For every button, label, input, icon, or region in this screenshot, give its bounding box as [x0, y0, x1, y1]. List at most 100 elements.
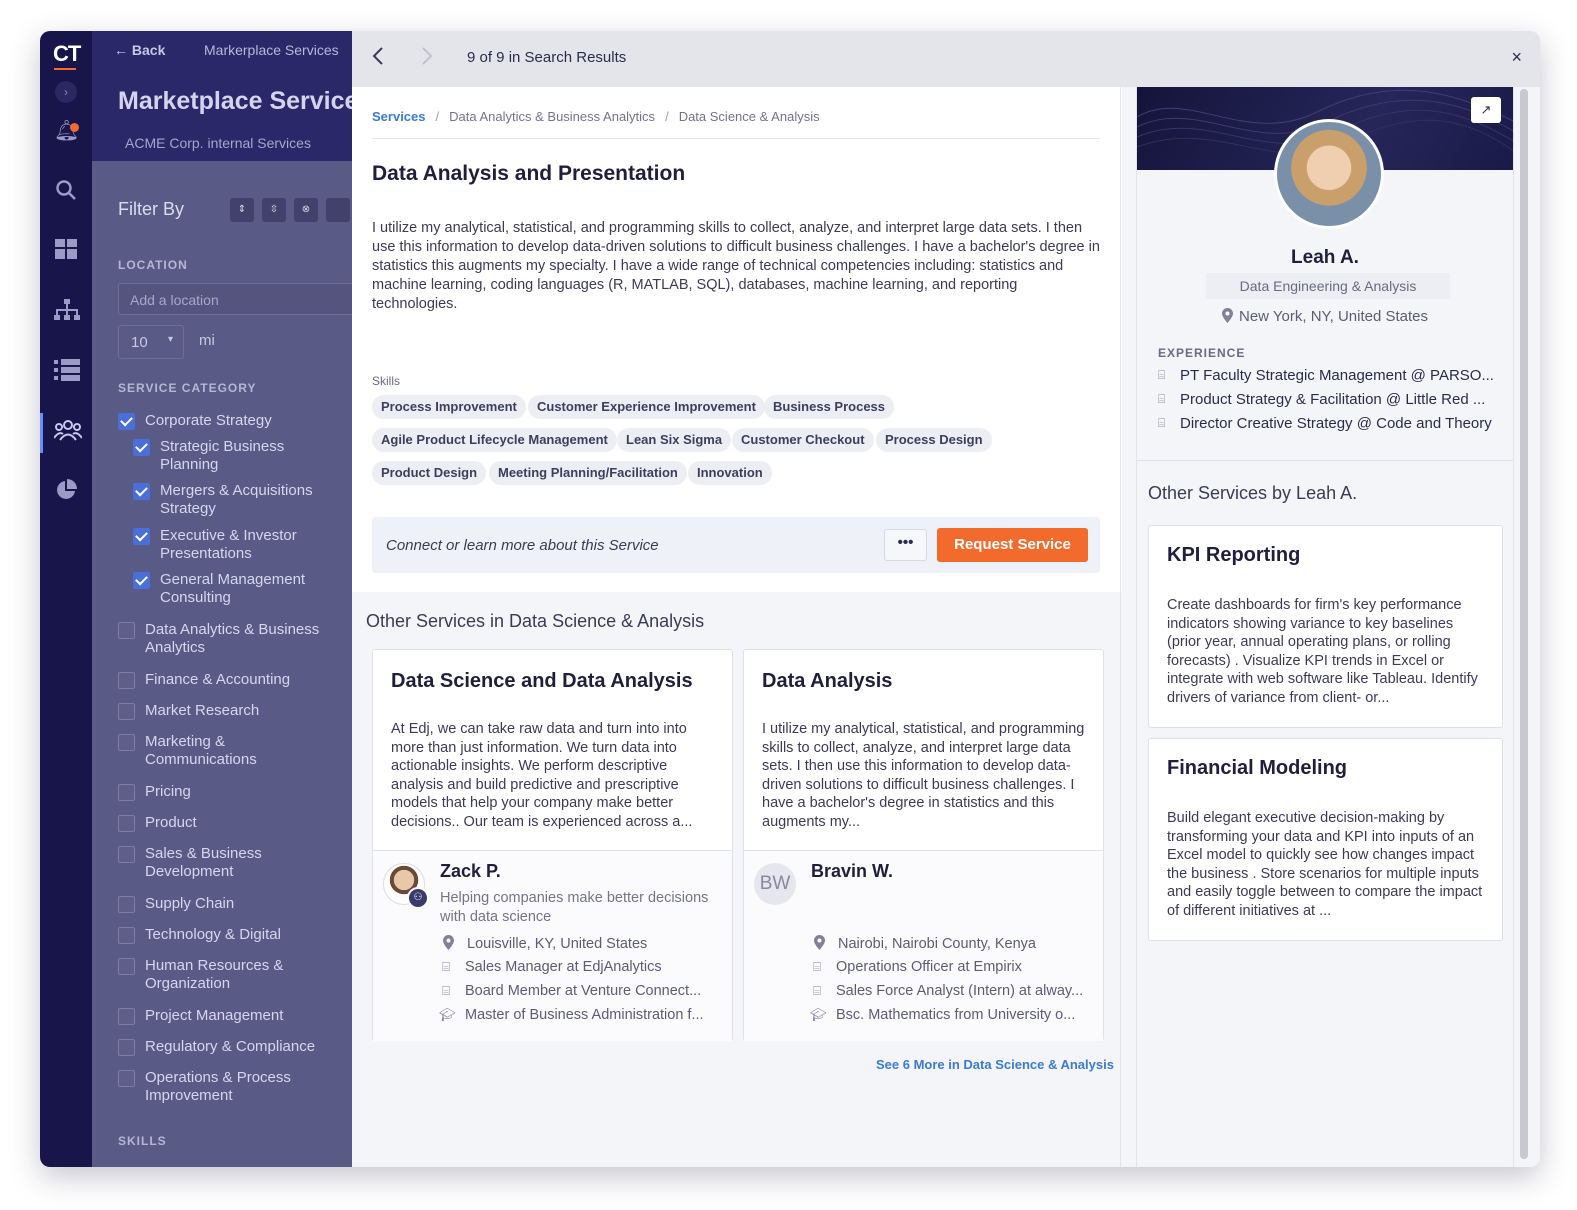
- dashboard-icon[interactable]: [54, 239, 78, 263]
- checkbox[interactable]: [118, 622, 135, 639]
- experience-text: Product Strategy & Facilitation @ Little…: [1180, 391, 1486, 408]
- skill-chip[interactable]: Product Design: [372, 461, 487, 485]
- service-card[interactable]: Financial Modeling Build elegant executi…: [1148, 738, 1503, 941]
- service-detail: Services / Data Analytics & Business Analy…: [352, 87, 1122, 592]
- provider-name[interactable]: Bravin W.: [811, 861, 893, 882]
- category-label: Human Resources & Organization: [145, 957, 284, 992]
- checkbox[interactable]: [133, 528, 150, 545]
- radius-select[interactable]: 10 ▾: [118, 325, 184, 359]
- page-title: Marketplace Services: [118, 87, 352, 115]
- skill-chip[interactable]: Process Design: [876, 428, 992, 452]
- category-item[interactable]: Strategic Business Planning: [133, 438, 333, 474]
- skill-chip[interactable]: Customer Experience Improvement: [528, 395, 765, 419]
- provider-education: 🎓︎ Bsc. Mathematics from University o...: [810, 1007, 1075, 1023]
- category-item[interactable]: Operations & Process Improvement: [118, 1069, 308, 1105]
- service-card-title[interactable]: Financial Modeling: [1167, 757, 1347, 780]
- checkbox[interactable]: [118, 1039, 135, 1056]
- back-link[interactable]: ← Back: [114, 42, 165, 58]
- skill-chip[interactable]: Agile Product Lifecycle Management: [372, 428, 617, 452]
- category-item[interactable]: Product: [118, 814, 333, 832]
- category-item[interactable]: Regulatory & Compliance: [118, 1038, 333, 1056]
- category-label: Operations & Process Improvement: [145, 1069, 291, 1104]
- breadcrumb-services[interactable]: Services: [372, 109, 426, 124]
- category-item[interactable]: Executive & Investor Presentations: [133, 527, 333, 563]
- category-label: Corporate Strategy: [145, 412, 272, 429]
- see-more-link[interactable]: See 6 More in Data Science & Analysis: [876, 1057, 1114, 1072]
- app-logo[interactable]: CT: [53, 41, 81, 70]
- expand-rail-icon[interactable]: ›: [55, 81, 77, 103]
- category-item[interactable]: Supply Chain: [118, 895, 333, 913]
- sort-icon[interactable]: ⇕: [230, 198, 254, 222]
- category-item[interactable]: Marketing & Communications: [118, 733, 283, 769]
- experience-item: ⌸ Product Strategy & Facilitation @ Littl…: [1158, 391, 1498, 408]
- breadcrumb-category[interactable]: Data Analytics & Business Analytics: [449, 109, 655, 124]
- checkbox[interactable]: [133, 439, 150, 456]
- scrollbar-thumb[interactable]: [1520, 89, 1528, 1159]
- category-item[interactable]: Technology & Digital: [118, 926, 333, 944]
- checkbox[interactable]: [118, 413, 135, 430]
- provider-education: 🎓︎ Master of Business Administration f...: [439, 1007, 704, 1023]
- category-item[interactable]: General Management Consulting: [133, 571, 333, 607]
- category-item[interactable]: Mergers & Acquisitions Strategy: [133, 482, 333, 518]
- briefcase-icon: ⌸: [813, 959, 821, 974]
- category-item[interactable]: Finance & Accounting: [118, 671, 333, 689]
- skill-chip[interactable]: Business Process: [764, 395, 895, 419]
- checkbox[interactable]: [118, 734, 135, 751]
- skill-chip[interactable]: Meeting Planning/Facilitation: [489, 461, 687, 485]
- filter-options-icon[interactable]: [326, 198, 350, 222]
- checkbox[interactable]: [118, 784, 135, 801]
- service-card[interactable]: KPI Reporting Create dashboards for firm…: [1148, 525, 1503, 728]
- checkbox[interactable]: [133, 483, 150, 500]
- checkbox[interactable]: [118, 958, 135, 975]
- search-icon[interactable]: [54, 179, 78, 203]
- category-item[interactable]: Pricing: [118, 783, 333, 801]
- previous-result-icon[interactable]: [371, 45, 385, 73]
- category-item[interactable]: Project Management: [118, 1007, 333, 1025]
- reset-icon[interactable]: ⊗: [294, 198, 318, 222]
- more-options-button[interactable]: •••: [884, 529, 927, 561]
- org-chart-icon[interactable]: [54, 299, 80, 323]
- service-card[interactable]: Data Analysis I utilize my analytical, s…: [743, 649, 1104, 1041]
- service-card-title[interactable]: KPI Reporting: [1167, 544, 1300, 567]
- list-icon[interactable]: [54, 359, 80, 383]
- request-service-button[interactable]: Request Service: [937, 528, 1088, 562]
- checkbox[interactable]: [118, 672, 135, 689]
- service-card-title[interactable]: Data Analysis: [762, 670, 892, 693]
- category-item[interactable]: Market Research: [118, 702, 333, 720]
- category-item[interactable]: Human Resources & Organization: [118, 957, 318, 993]
- category-item[interactable]: Data Analytics & Business Analytics: [118, 621, 333, 657]
- close-icon[interactable]: ×: [1511, 47, 1522, 68]
- people-icon[interactable]: [53, 419, 83, 443]
- open-external-icon[interactable]: ↗: [1471, 97, 1501, 123]
- avatar[interactable]: BW: [754, 863, 796, 905]
- skill-chip[interactable]: Process Improvement: [372, 395, 526, 419]
- category-item[interactable]: Sales & Business Development: [118, 845, 278, 881]
- app-window: CT › 🔔︎ ← Back Markerplace Services Mark…: [40, 31, 1540, 1167]
- skill-chip[interactable]: Customer Checkout: [732, 428, 874, 452]
- breadcrumb-subcategory[interactable]: Data Science & Analysis: [679, 109, 820, 124]
- breadcrumb[interactable]: Markerplace Services: [204, 42, 339, 58]
- checkbox[interactable]: [118, 1008, 135, 1025]
- provider-name[interactable]: Zack P.: [440, 861, 501, 882]
- briefcase-icon: ⌸: [1158, 416, 1166, 430]
- checkbox[interactable]: [133, 572, 150, 589]
- checkbox[interactable]: [118, 1070, 135, 1087]
- location-input[interactable]: Add a location: [118, 283, 352, 315]
- experience-text: Operations Officer at Empirix: [836, 959, 1022, 975]
- service-card-title[interactable]: Data Science and Data Analysis: [391, 670, 693, 693]
- pie-chart-icon[interactable]: [54, 479, 78, 503]
- checkbox[interactable]: [118, 846, 135, 863]
- checkbox[interactable]: [118, 703, 135, 720]
- icon-rail: CT › 🔔︎: [40, 31, 92, 1167]
- breadcrumb: Services / Data Analytics & Business Analy…: [372, 109, 820, 124]
- next-result-icon[interactable]: [420, 45, 434, 73]
- provider-info: ⚇ Zack P. Helping companies make better …: [373, 851, 732, 1041]
- service-card[interactable]: Data Science and Data Analysis At Edj, w…: [372, 649, 733, 1041]
- category-item[interactable]: Corporate Strategy: [118, 412, 272, 430]
- checkbox[interactable]: [118, 927, 135, 944]
- checkbox[interactable]: [118, 815, 135, 832]
- skill-chip[interactable]: Lean Six Sigma: [617, 428, 732, 452]
- skill-chip[interactable]: Innovation: [688, 461, 772, 485]
- checkbox[interactable]: [118, 896, 135, 913]
- collapse-icon[interactable]: ⇳: [262, 198, 286, 222]
